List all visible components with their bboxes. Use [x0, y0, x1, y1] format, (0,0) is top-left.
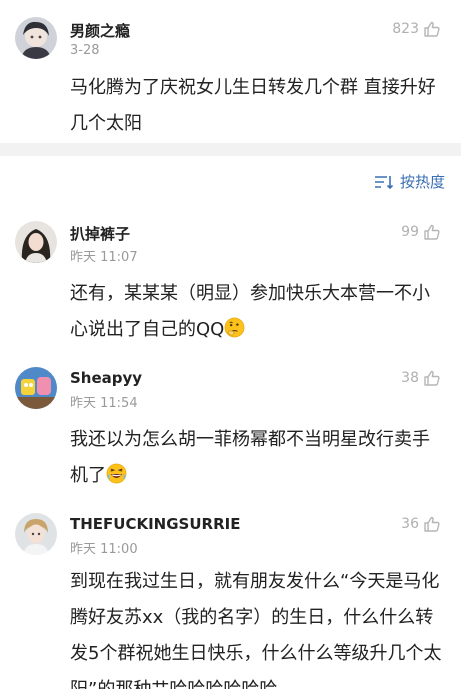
like-button[interactable]: 38 — [401, 369, 441, 387]
sort-label: 按热度 — [399, 173, 445, 191]
comment-text-content: 还有，某某某（明显）参加快乐大本营一不小心说出了自己的QQ — [70, 283, 430, 340]
comment-item: 扒掉裤子 昨天 11:07 99 还有，某某某（明显）参加快乐大本营一不小心说出… — [0, 206, 461, 352]
sort-bar: 按热度 — [0, 156, 461, 206]
thumbs-up-icon — [424, 516, 440, 532]
like-count: 823 — [392, 21, 419, 37]
comment-username[interactable]: THEFUCKINGSURRIE — [70, 515, 240, 533]
comment-text: 马化腾为了庆祝女儿生日转发几个群 直接升好几个太阳 — [70, 77, 436, 134]
section-divider — [0, 143, 461, 156]
thumbs-up-icon — [424, 370, 440, 386]
thinking-emoji-icon — [224, 317, 245, 338]
like-button[interactable]: 99 — [401, 223, 441, 241]
comment-top: 男颜之瘾 3-28 823 马化腾为了庆祝女儿生日转发几个群 直接升好几个太阳 — [0, 0, 461, 143]
avatar[interactable] — [15, 17, 57, 59]
comment-text: 我还以为怎么胡一菲杨幂都不当明星改行卖手机了 — [70, 422, 447, 494]
comment-username[interactable]: Sheapyy — [70, 369, 142, 387]
comment-time: 昨天 11:07 — [70, 250, 138, 265]
thumbs-up-icon — [424, 21, 440, 37]
comment-username[interactable]: 扒掉裤子 — [70, 223, 130, 244]
comment-text: 还有，某某某（明显）参加快乐大本营一不小心说出了自己的QQ — [70, 276, 447, 348]
like-count: 36 — [401, 516, 419, 532]
comment-item: Sheapyy 昨天 11:54 38 我还以为怎么胡一菲杨幂都不当明星改行卖手… — [0, 352, 461, 498]
avatar[interactable] — [15, 513, 57, 555]
like-count: 38 — [401, 370, 419, 386]
avatar[interactable] — [15, 221, 57, 263]
avatar[interactable] — [15, 367, 57, 409]
comment-time: 昨天 11:54 — [70, 396, 138, 411]
comment-text: 到现在我过生日，就有朋友发什么“今天是马化腾好友苏xx（我的名字）的生日，什么什… — [70, 571, 442, 689]
sort-button[interactable]: 按热度 — [374, 171, 445, 192]
laughing-emoji-icon — [106, 463, 127, 484]
comment-time: 昨天 11:00 — [70, 542, 138, 557]
thumbs-up-icon — [424, 224, 440, 240]
like-button[interactable]: 36 — [401, 515, 441, 533]
like-button[interactable]: 823 — [392, 20, 441, 38]
comment-username[interactable]: 男颜之瘾 — [70, 20, 130, 41]
comment-time: 3-28 — [70, 43, 100, 58]
comment-item: THEFUCKINGSURRIE 昨天 11:00 36 到现在我过生日，就有朋… — [0, 498, 461, 689]
like-count: 99 — [401, 224, 419, 240]
sort-icon — [374, 175, 394, 189]
